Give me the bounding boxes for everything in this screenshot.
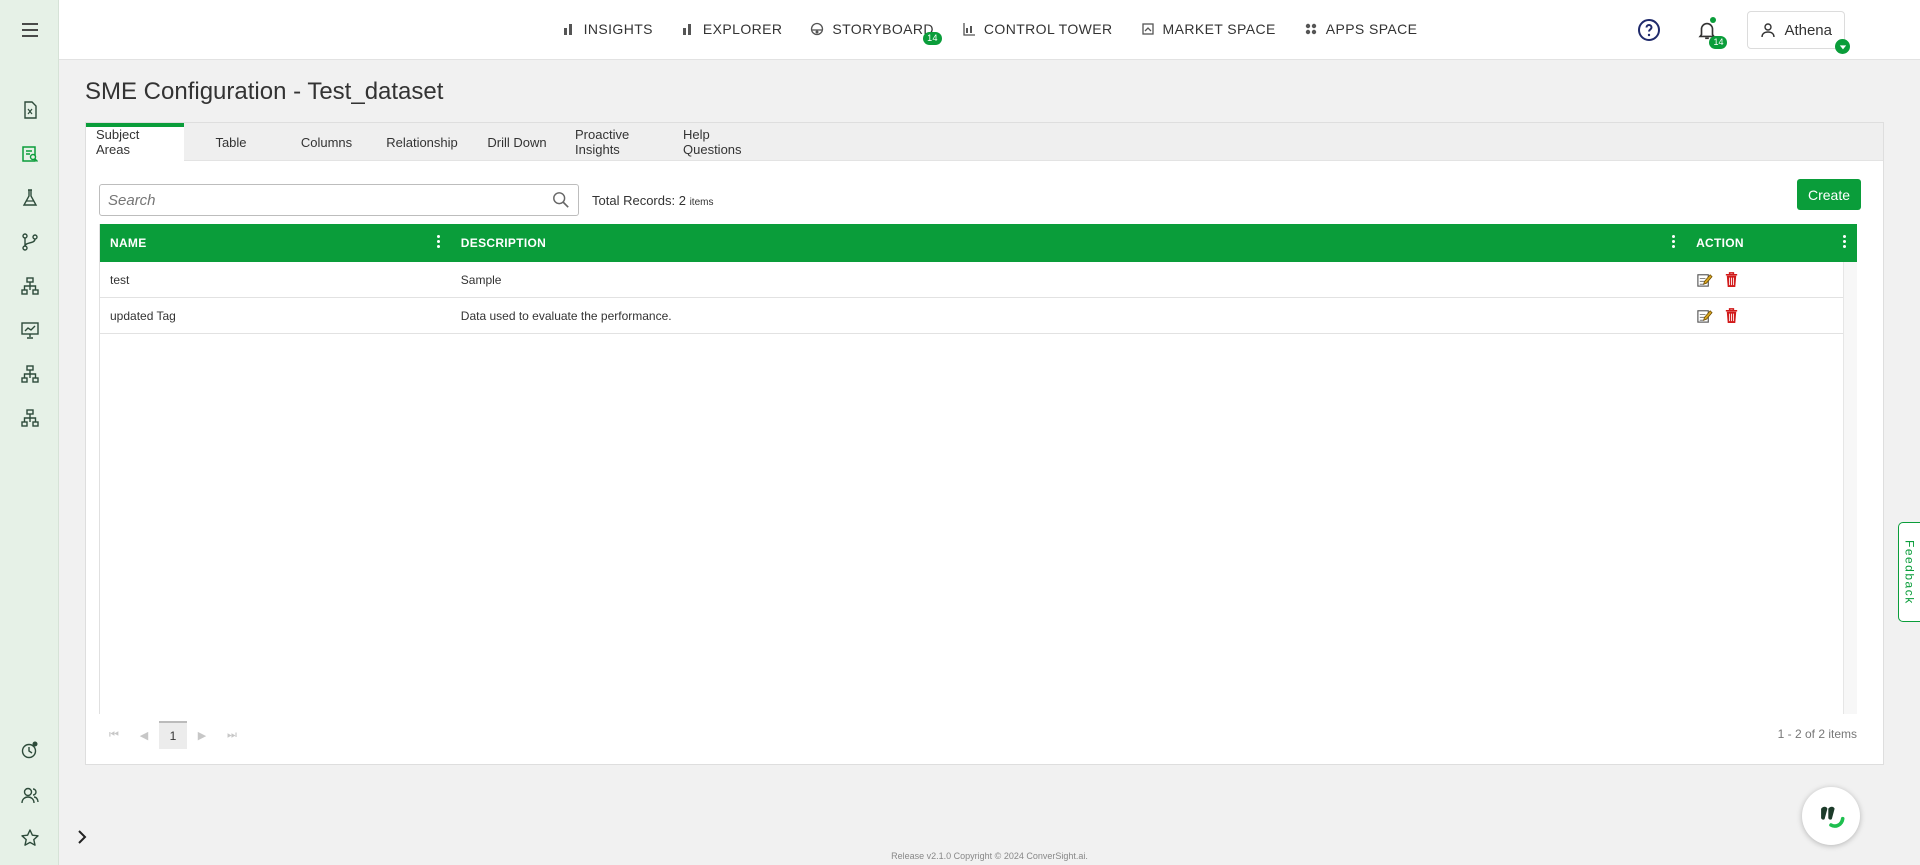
page-title: SME Configuration - Test_dataset [85, 78, 444, 105]
column-menu-icon[interactable] [1843, 235, 1847, 249]
nav-explorer[interactable]: EXPLORER [667, 0, 796, 58]
presentation-chart-icon[interactable] [0, 310, 59, 350]
left-sidebar [0, 0, 59, 865]
user-name: Athena [1784, 21, 1832, 39]
clock-alert-icon[interactable] [0, 730, 59, 770]
grid-scrollbar[interactable] [1843, 262, 1857, 714]
total-records-label: Total Records: 2 [592, 193, 686, 208]
star-icon[interactable] [0, 818, 59, 858]
apps-grid-icon [1305, 23, 1316, 35]
hierarchy-icon-3[interactable] [0, 398, 59, 438]
tab-relationship[interactable]: Relationship [375, 123, 469, 161]
nav-storyboard[interactable]: STORYBOARD 14 [796, 0, 948, 58]
formula-doc-icon[interactable] [0, 90, 59, 130]
tab-subject-areas[interactable]: Subject Areas [86, 123, 184, 161]
pager-info: 1 - 2 of 2 items [1777, 727, 1857, 741]
search-box [99, 184, 579, 216]
next-page-icon[interactable]: ▶ [187, 721, 217, 749]
total-records-unit: items [689, 197, 714, 208]
search-input[interactable] [100, 185, 530, 215]
row-description: Data used to evaluate the performance. [460, 308, 672, 323]
row-name: updated Tag [110, 308, 176, 323]
nav-control-tower[interactable]: CONTROL TOWER [948, 0, 1127, 58]
grid-header: NAME DESCRIPTION ACTION [100, 224, 1857, 262]
delete-icon[interactable] [1723, 271, 1740, 288]
column-menu-icon[interactable] [1672, 235, 1676, 249]
total-records: Total Records: 2 items [592, 193, 713, 208]
bar-chart-icon [682, 24, 691, 35]
user-menu-button[interactable]: Athena [1747, 11, 1850, 54]
row-name: test [110, 272, 130, 287]
hierarchy-icon[interactable] [0, 266, 59, 306]
nav-label: STORYBOARD [832, 21, 934, 37]
nav-label: INSIGHTS [583, 21, 653, 37]
search-icon[interactable] [552, 191, 570, 209]
edit-icon[interactable] [1696, 271, 1713, 288]
column-header-name[interactable]: NAME [100, 224, 451, 262]
help-circle-icon [1638, 19, 1661, 41]
subject-areas-grid: NAME DESCRIPTION ACTION test Sample upda… [99, 224, 1857, 714]
page-number[interactable]: 1 [159, 721, 187, 749]
last-page-icon[interactable]: ⏭ [217, 721, 247, 749]
row-actions [1686, 298, 1857, 333]
tower-chart-icon [963, 23, 975, 36]
git-branch-icon[interactable] [0, 222, 59, 262]
storyboard-badge: 14 [923, 32, 942, 45]
pagination: ⏮ ◀ 1 ▶ ⏭ 1 - 2 of 2 items [99, 720, 1857, 750]
feedback-tab[interactable]: Feedback [1898, 522, 1920, 622]
chatbot-logo-icon [1821, 806, 1845, 828]
nav-label: CONTROL TOWER [983, 21, 1113, 37]
nav-apps-space[interactable]: APPS SPACE [1290, 0, 1432, 58]
table-row[interactable]: updated Tag Data used to evaluate the pe… [100, 298, 1857, 334]
column-header-action[interactable]: ACTION [1686, 224, 1857, 262]
nav-label: MARKET SPACE [1162, 21, 1276, 37]
palette-icon [811, 22, 824, 36]
tab-columns[interactable]: Columns [278, 123, 375, 161]
config-panel: Subject Areas Table Columns Relationship… [85, 122, 1884, 765]
tab-bar: Subject Areas Table Columns Relationship… [86, 123, 1883, 161]
nav-market-space[interactable]: MARKET SPACE [1127, 0, 1290, 58]
row-description: Sample [460, 272, 502, 287]
tab-help-questions[interactable]: Help Questions [673, 123, 781, 161]
bar-chart-icon [563, 24, 572, 35]
column-header-label: ACTION [1696, 236, 1744, 250]
prev-page-icon[interactable]: ◀ [129, 721, 159, 749]
delete-icon[interactable] [1723, 307, 1740, 324]
edit-icon[interactable] [1696, 307, 1713, 324]
create-button[interactable]: Create [1797, 179, 1861, 210]
nav-label: EXPLORER [702, 21, 783, 37]
menu-icon[interactable] [0, 10, 59, 50]
column-header-description[interactable]: DESCRIPTION [451, 224, 1686, 262]
report-search-icon[interactable] [0, 134, 59, 174]
feedback-label: Feedback [1902, 539, 1917, 605]
column-header-label: DESCRIPTION [460, 236, 547, 250]
column-header-label: NAME [110, 236, 147, 250]
users-icon[interactable] [0, 775, 59, 815]
column-menu-icon[interactable] [436, 235, 441, 249]
row-actions [1686, 262, 1857, 297]
market-icon [1141, 23, 1154, 35]
header-actions: 14 Athena [1631, 11, 1850, 54]
nav-label: APPS SPACE [1325, 21, 1418, 37]
tab-drill-down[interactable]: Drill Down [469, 123, 565, 161]
hierarchy-icon-2[interactable] [0, 354, 59, 394]
user-icon [1761, 23, 1776, 38]
help-button[interactable] [1631, 12, 1667, 48]
chevron-right-icon[interactable] [72, 827, 92, 847]
chevron-down-icon[interactable] [1835, 39, 1850, 54]
notifications-button[interactable]: 14 [1689, 12, 1728, 49]
notification-count: 14 [1709, 36, 1728, 49]
tab-proactive-insights[interactable]: Proactive Insights [565, 123, 673, 161]
flask-icon[interactable] [0, 178, 59, 218]
nav-insights[interactable]: INSIGHTS [548, 0, 667, 58]
chatbot-button[interactable] [1802, 787, 1860, 845]
tab-table[interactable]: Table [184, 123, 278, 161]
first-page-icon[interactable]: ⏮ [99, 721, 129, 749]
top-navbar: INSIGHTS EXPLORER STORYBOARD 14 CONTROL … [59, 0, 1920, 60]
table-row[interactable]: test Sample [100, 262, 1857, 298]
footer-copyright: Release v2.1.0 Copyright © 2024 ConverSi… [891, 851, 1088, 861]
